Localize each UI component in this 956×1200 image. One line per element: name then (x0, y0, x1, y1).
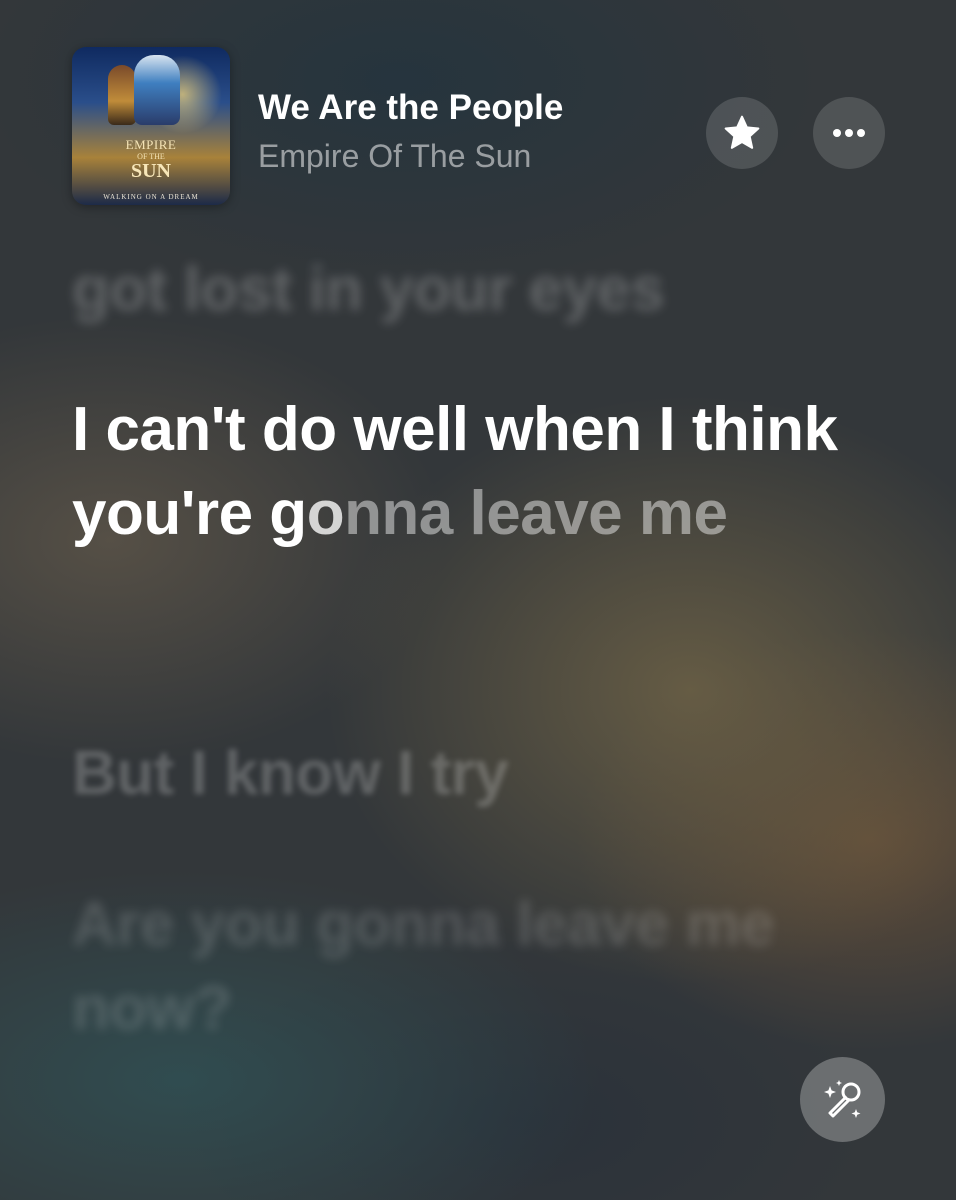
now-playing-header: EMPIRE OF THE SUN WALKING ON A DREAM We … (0, 0, 956, 220)
lyric-line-next[interactable]: But I know I try (72, 732, 872, 816)
song-title[interactable]: We Are the People (258, 88, 563, 128)
sing-button[interactable] (800, 1057, 885, 1142)
album-cover[interactable]: EMPIRE OF THE SUN WALKING ON A DREAM (72, 47, 230, 205)
more-options-button[interactable] (813, 97, 885, 169)
lyric-line-next[interactable]: Are you gonna leave me now? (72, 883, 792, 1051)
cover-figure-left (108, 65, 136, 125)
microphone-sparkle-icon (823, 1079, 860, 1118)
cover-figure-right (134, 55, 180, 125)
artist-name[interactable]: Empire Of The Sun (258, 138, 531, 175)
cover-text-sun: SUN (130, 160, 171, 182)
favorite-button[interactable] (706, 97, 778, 169)
cover-text-empire: EMPIRE (125, 137, 177, 152)
star-icon (724, 115, 760, 149)
lyric-singing-part: o (306, 479, 345, 548)
lyric-unsung-part: nna leave me (344, 479, 728, 548)
cover-text-subtitle: WALKING ON A DREAM (103, 193, 199, 201)
ellipsis-icon (833, 129, 865, 137)
lyric-line-previous[interactable]: got lost in your eyes (72, 248, 872, 332)
lyric-line-current[interactable]: I can't do well when I think you're gonn… (72, 388, 872, 556)
